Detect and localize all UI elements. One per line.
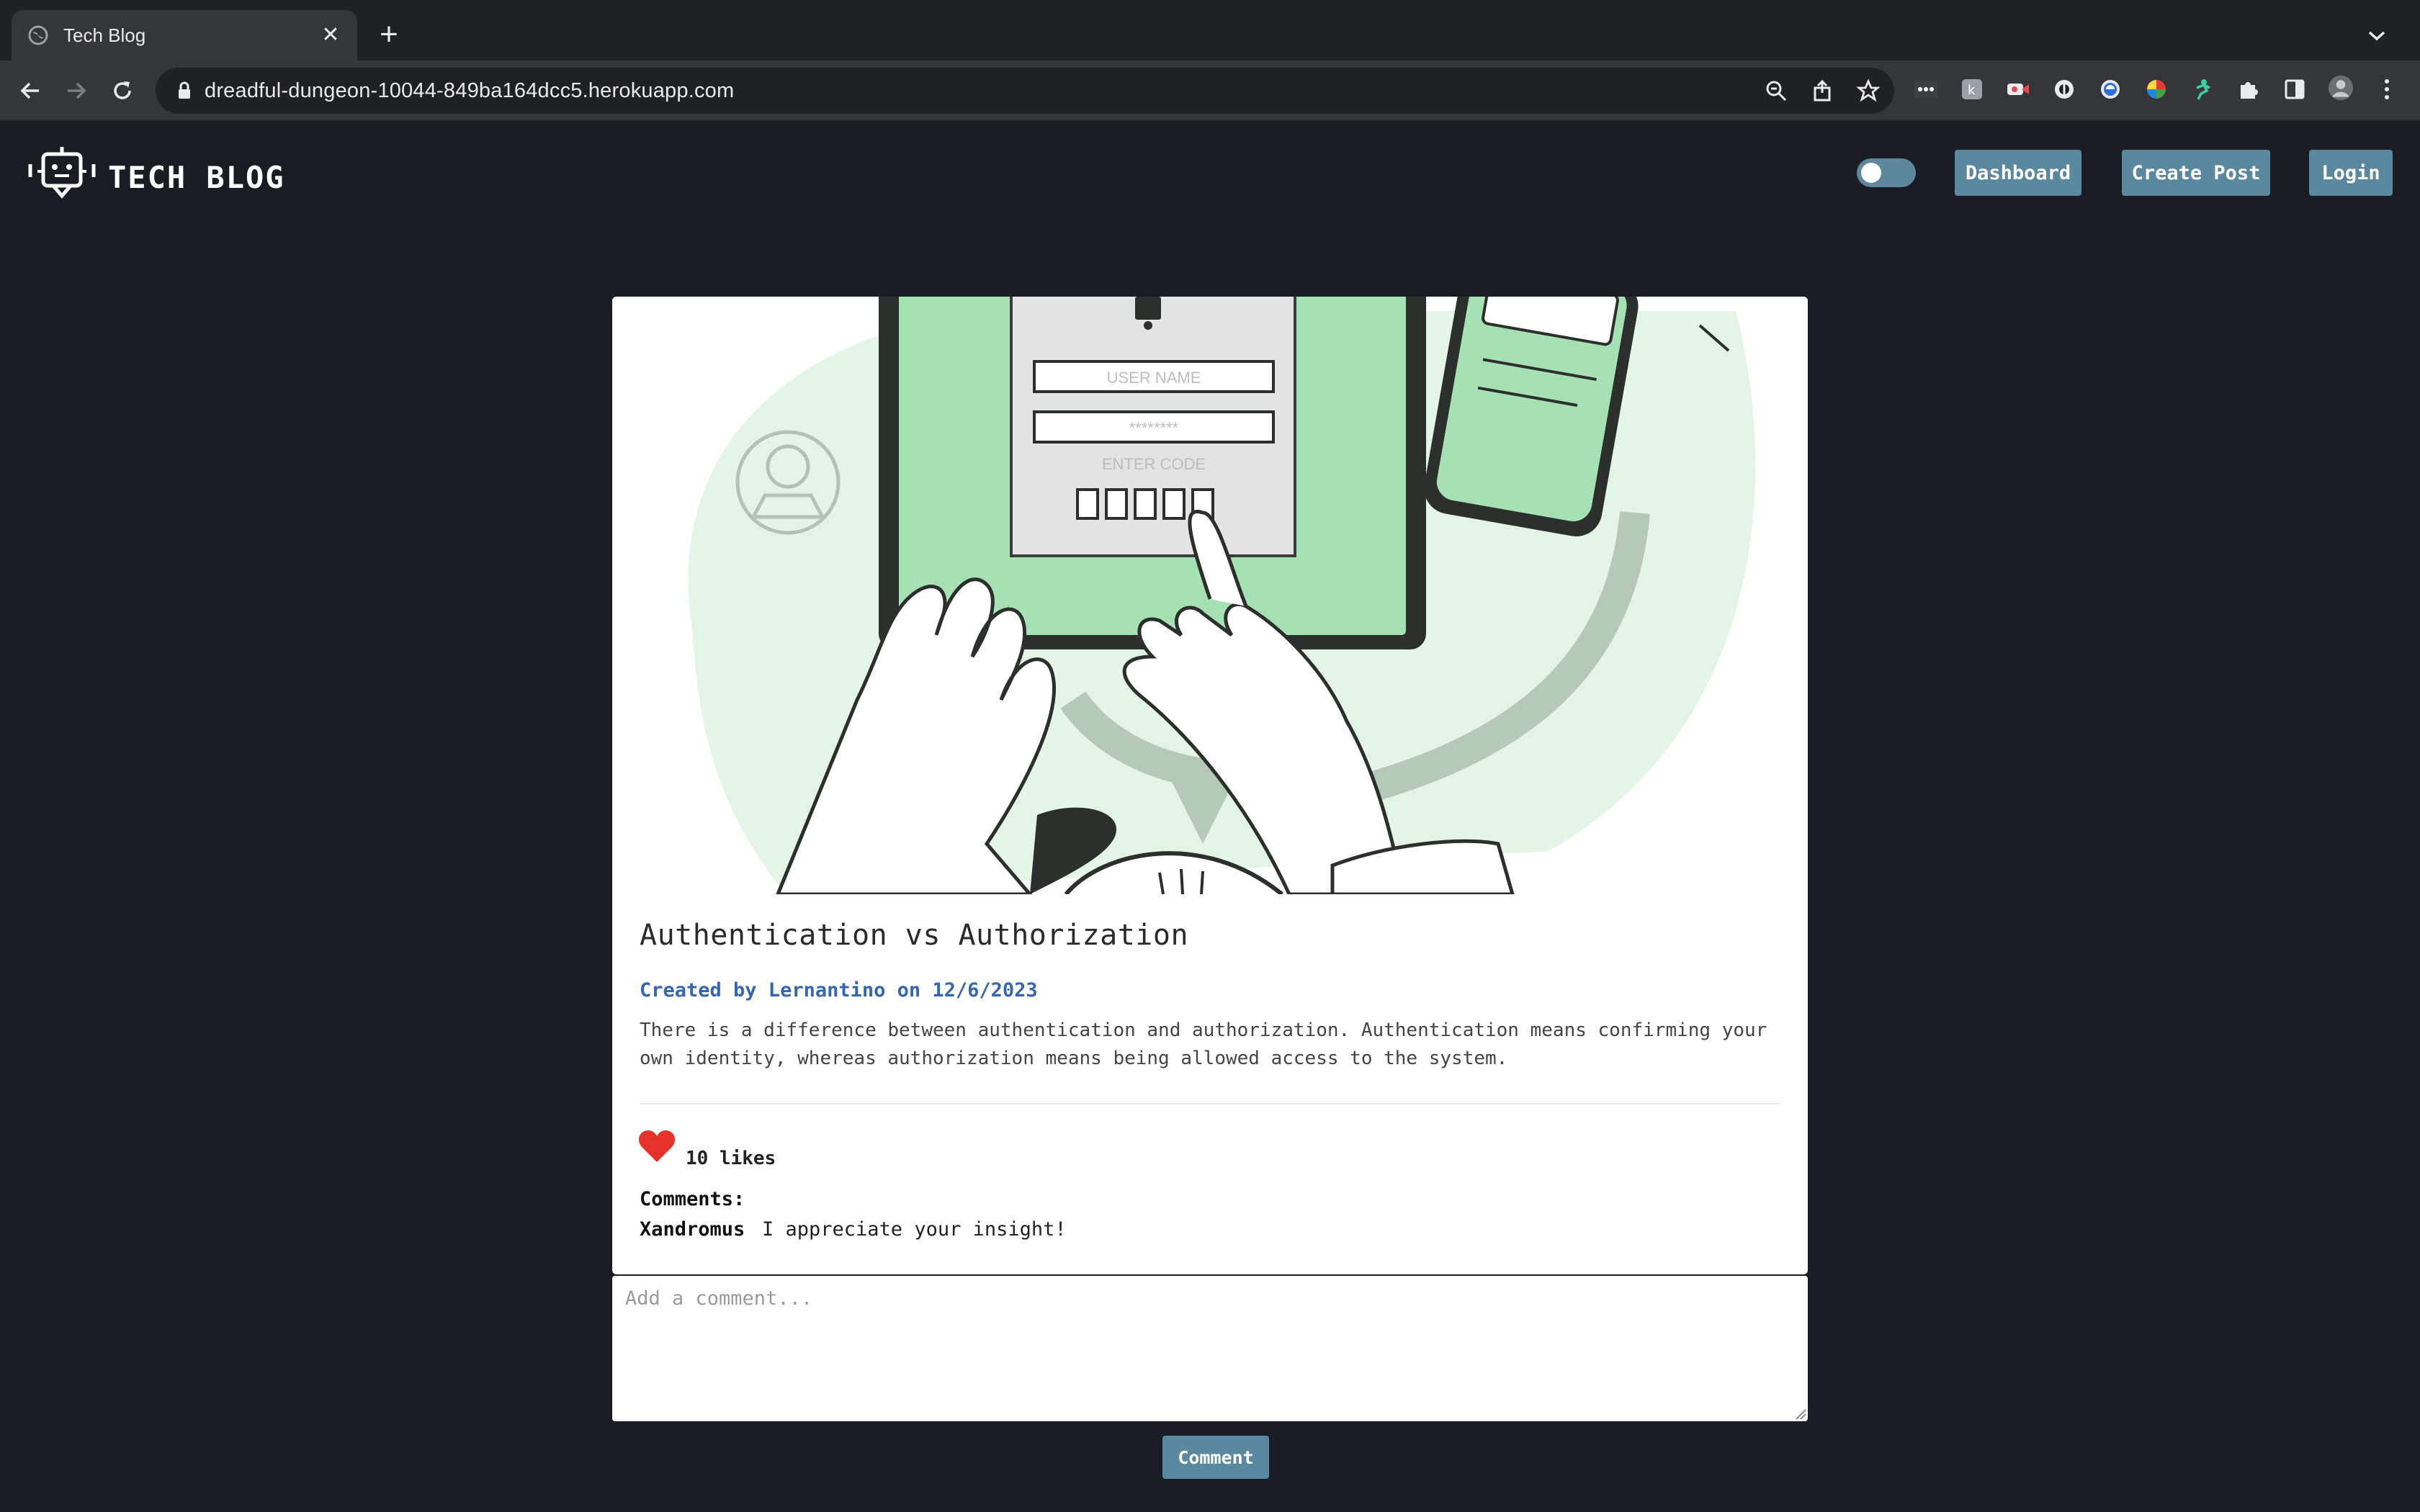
extension-dots-icon[interactable] [1913, 76, 1939, 102]
site-header: TECH BLOG Dashboard Create Post Login [0, 122, 2420, 238]
extension-video-icon[interactable] [2005, 76, 2031, 102]
site-brand[interactable]: TECH BLOG [108, 160, 285, 195]
share-icon[interactable] [1809, 78, 1835, 104]
reload-icon[interactable] [107, 75, 138, 107]
extension-figure-icon[interactable] [2190, 76, 2215, 102]
comment-author: Xandromus [640, 1218, 745, 1241]
dashboard-button[interactable]: Dashboard [1955, 150, 2081, 196]
extension-k-icon[interactable]: k [1959, 76, 1985, 102]
post-card: USER NAME ******** ENTER CODE Authentica… [612, 297, 1808, 1274]
svg-text:k: k [1968, 83, 1976, 98]
url-text: dreadful-dungeon-10044-849ba164dcc5.hero… [205, 79, 735, 102]
globe-icon [27, 24, 49, 46]
comment-input[interactable] [612, 1276, 1808, 1421]
post-body: There is a difference between authentica… [640, 1020, 1767, 1069]
browser-tab[interactable]: Tech Blog ✕ [12, 10, 357, 60]
side-panel-icon[interactable] [2282, 76, 2308, 102]
hero-username-field-text: USER NAME [1107, 369, 1201, 387]
tab-title: Tech Blog [63, 24, 146, 46]
hero-password-field-text: ******** [1129, 419, 1179, 437]
toggle-knob [1861, 163, 1881, 183]
comment-submit-button[interactable]: Comment [1162, 1436, 1269, 1479]
tab-search-chevron-icon[interactable] [2362, 22, 2391, 50]
comment-text: I appreciate your insight! [762, 1218, 1067, 1241]
browser-toolbar: dreadful-dungeon-10044-849ba164dcc5.hero… [0, 60, 2420, 121]
lock-icon [174, 81, 194, 101]
extension-color-wheel-icon[interactable] [2143, 76, 2169, 102]
create-post-button[interactable]: Create Post [2122, 150, 2270, 196]
profile-avatar-icon[interactable] [2328, 75, 2354, 101]
address-bar[interactable]: dreadful-dungeon-10044-849ba164dcc5.hero… [156, 68, 1894, 114]
browser-tab-bar: Tech Blog ✕ + [0, 0, 2420, 60]
new-tab-icon[interactable]: + [373, 19, 405, 52]
robot-logo-icon[interactable] [24, 145, 99, 212]
browser-menu-kebab-icon[interactable] [2374, 76, 2400, 102]
hero-code-label-text: ENTER CODE [1102, 455, 1206, 473]
puzzle-icon[interactable] [2236, 76, 2262, 102]
likes-count: 10 likes [686, 1148, 776, 1169]
theme-toggle[interactable] [1857, 158, 1916, 187]
extension-circle-icon[interactable] [2051, 76, 2077, 102]
login-button[interactable]: Login [2309, 150, 2393, 196]
post-title: Authentication vs Authorization [640, 919, 1189, 952]
close-tab-icon[interactable]: ✕ [320, 24, 341, 46]
comments-label: Comments: [640, 1188, 745, 1210]
heart-like-icon[interactable] [638, 1129, 676, 1164]
post-meta[interactable]: Created by Lernantino on 12/6/2023 [640, 979, 1038, 1002]
extension-blue-compass-icon[interactable] [2097, 76, 2123, 102]
post-hero-illustration: USER NAME ******** ENTER CODE [612, 297, 1808, 894]
resize-grip-icon[interactable] [1793, 1407, 1806, 1420]
divider [640, 1103, 1780, 1104]
zoom-icon[interactable] [1763, 78, 1789, 104]
forward-arrow-icon[interactable] [60, 75, 92, 107]
back-arrow-icon[interactable] [14, 75, 46, 107]
bookmark-star-icon[interactable] [1855, 78, 1881, 104]
